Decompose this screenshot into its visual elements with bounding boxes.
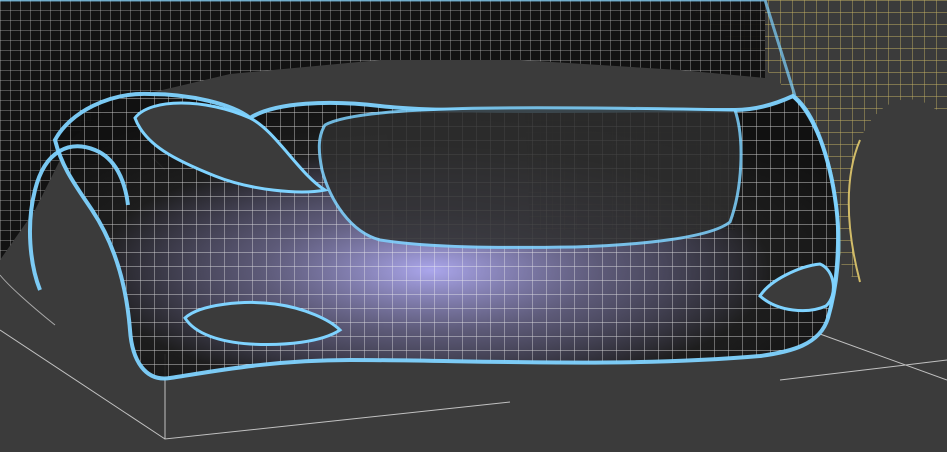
viewport-canvas[interactable] [0,0,947,452]
3d-viewport[interactable] [0,0,947,452]
center-grille-opening [317,106,743,249]
